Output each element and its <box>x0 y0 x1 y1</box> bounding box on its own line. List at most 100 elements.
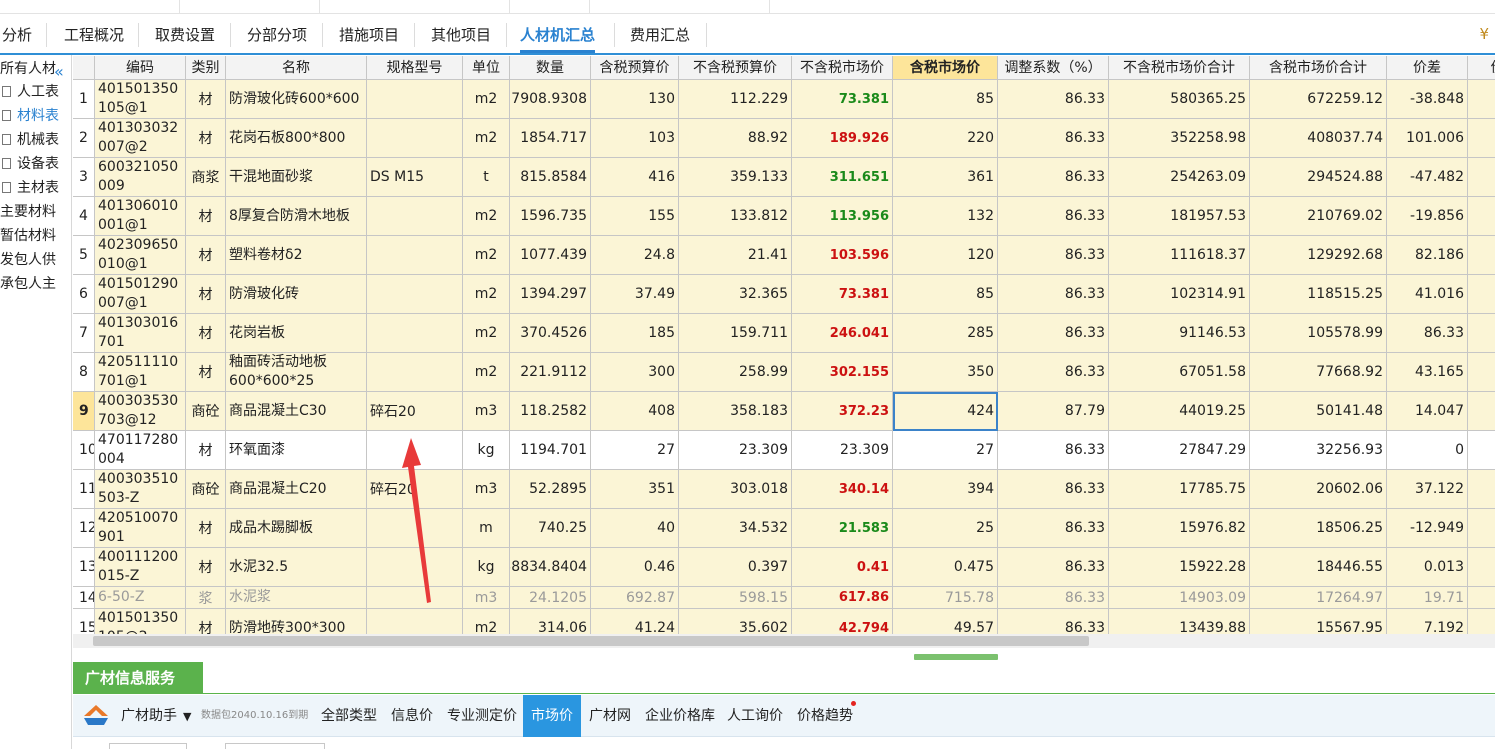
material-code[interactable]: 401501350105@2 <box>95 609 186 634</box>
material-code[interactable]: 400303510503-Z <box>95 470 186 509</box>
row-number[interactable]: 14 <box>73 587 95 609</box>
notax-budget-price[interactable]: 32.365 <box>679 275 792 314</box>
extra-column-cell[interactable] <box>1468 609 1495 634</box>
row-number[interactable]: 9 <box>73 392 95 431</box>
category-cell[interactable]: 材 <box>186 119 226 158</box>
spec-model[interactable] <box>367 197 463 236</box>
tree-item-provisional-materials[interactable]: 暂估材料 <box>0 224 56 248</box>
notax-market-price[interactable]: 42.794 <box>792 609 893 634</box>
unit-cell[interactable]: m2 <box>463 353 510 392</box>
category-cell[interactable]: 材 <box>186 353 226 392</box>
quantity-cell[interactable]: 815.8584 <box>510 158 591 197</box>
table-row[interactable]: 13400111200015-Z 材水泥32.5 kg 38834.8404 0.46 0… <box>73 548 1495 587</box>
extra-column-cell[interactable]: -3 <box>1468 158 1495 197</box>
material-name[interactable]: 花岗岩板 <box>226 314 367 353</box>
unit-cell[interactable]: m3 <box>463 392 510 431</box>
filter-box[interactable] <box>225 743 325 749</box>
tax-budget-price[interactable]: 24.8 <box>591 236 679 275</box>
tax-budget-price[interactable]: 41.24 <box>591 609 679 634</box>
unit-cell[interactable]: m2 <box>463 275 510 314</box>
column-header-price-difference[interactable]: 价差 <box>1387 56 1468 80</box>
tax-market-price[interactable]: 424 <box>893 392 998 431</box>
notax-budget-price[interactable]: 133.812 <box>679 197 792 236</box>
extra-column-cell[interactable]: -30 <box>1468 80 1495 119</box>
coin-icon[interactable]: ¥ <box>1479 25 1489 43</box>
notax-budget-price[interactable]: 112.229 <box>679 80 792 119</box>
material-name[interactable]: 防滑玻化砖 <box>226 275 367 314</box>
unit-cell[interactable]: t <box>463 158 510 197</box>
spec-model[interactable] <box>367 80 463 119</box>
adjust-coefficient[interactable]: 86.33 <box>998 431 1109 470</box>
material-name[interactable]: 塑料卷材δ2 <box>226 236 367 275</box>
table-row[interactable]: 9 400303530703@12 商砼 商品混凝土C30 碎石20 m3 118.2582… <box>73 392 1495 431</box>
spec-model[interactable] <box>367 353 463 392</box>
notax-budget-price[interactable]: 303.018 <box>679 470 792 509</box>
material-code[interactable]: 401501350105@1 <box>95 80 186 119</box>
tree-item-machinery[interactable]: 机械表 <box>2 128 59 152</box>
material-name[interactable]: 水泥32.5 <box>226 548 367 587</box>
notax-budget-price[interactable]: 258.99 <box>679 353 792 392</box>
notax-market-price[interactable]: 246.041 <box>792 314 893 353</box>
table-row[interactable]: 7 401303016701 材花岗岩板 m2 370.4526 185 159.711 24… <box>73 314 1495 353</box>
quantity-cell[interactable]: 314.06 <box>510 609 591 634</box>
extra-column-cell[interactable] <box>1468 392 1495 431</box>
adjust-coefficient[interactable]: 86.33 <box>998 80 1109 119</box>
price-tab-enterprise[interactable]: 企业价格库 <box>637 695 723 737</box>
notax-budget-price[interactable]: 359.133 <box>679 158 792 197</box>
category-cell[interactable]: 材 <box>186 197 226 236</box>
notax-market-total[interactable]: 111618.37 <box>1109 236 1250 275</box>
unit-cell[interactable]: m2 <box>463 314 510 353</box>
extra-column-cell[interactable]: 18 <box>1468 119 1495 158</box>
row-number[interactable]: 11 <box>73 470 95 509</box>
material-name[interactable]: 花岗石板800*800 <box>226 119 367 158</box>
notax-market-price[interactable]: 311.651 <box>792 158 893 197</box>
adjust-coefficient[interactable]: 87.79 <box>998 392 1109 431</box>
spec-model[interactable]: 碎石20 <box>367 392 463 431</box>
extra-column-cell[interactable]: 5 <box>1468 275 1495 314</box>
price-difference[interactable]: 14.047 <box>1387 392 1468 431</box>
tax-market-total[interactable]: 18446.55 <box>1250 548 1387 587</box>
price-difference[interactable]: 86.33 <box>1387 314 1468 353</box>
tax-budget-price[interactable]: 27 <box>591 431 679 470</box>
notax-market-price[interactable]: 340.14 <box>792 470 893 509</box>
row-number[interactable]: 13 <box>73 548 95 587</box>
tab-fee-summary[interactable]: 费用汇总 <box>630 15 690 53</box>
notax-market-price[interactable]: 23.309 <box>792 431 893 470</box>
extra-column-cell[interactable] <box>1468 470 1495 509</box>
category-cell[interactable]: 材 <box>186 275 226 314</box>
spec-model[interactable] <box>367 236 463 275</box>
row-number[interactable]: 12 <box>73 509 95 548</box>
column-header-category-cell[interactable]: 类别 <box>186 56 226 80</box>
notax-market-total[interactable]: 27847.29 <box>1109 431 1250 470</box>
tax-market-total[interactable]: 32256.93 <box>1250 431 1387 470</box>
extra-column-cell[interactable] <box>1468 548 1495 587</box>
quantity-cell[interactable]: 38834.8404 <box>510 548 591 587</box>
tree-item-materials[interactable]: 材料表 <box>2 104 59 128</box>
corner-header[interactable] <box>73 56 95 80</box>
panel-title[interactable]: 广材信息服务 <box>73 662 203 694</box>
tax-market-total[interactable]: 105578.99 <box>1250 314 1387 353</box>
notax-market-price[interactable]: 103.596 <box>792 236 893 275</box>
price-difference[interactable]: 37.122 <box>1387 470 1468 509</box>
tax-market-total[interactable]: 672259.12 <box>1250 80 1387 119</box>
category-cell[interactable]: 商浆 <box>186 158 226 197</box>
notax-market-total[interactable]: 580365.25 <box>1109 80 1250 119</box>
price-difference[interactable]: 43.165 <box>1387 353 1468 392</box>
adjust-coefficient[interactable]: 86.33 <box>998 609 1109 634</box>
category-cell[interactable]: 材 <box>186 509 226 548</box>
notax-market-total[interactable]: 14903.09 <box>1109 587 1250 609</box>
tax-market-price[interactable]: 715.78 <box>893 587 998 609</box>
unit-cell[interactable]: m2 <box>463 236 510 275</box>
spec-model[interactable]: DS M15 <box>367 158 463 197</box>
material-name[interactable]: 环氧面漆 <box>226 431 367 470</box>
notax-market-total[interactable]: 352258.98 <box>1109 119 1250 158</box>
column-header-notax-market-price[interactable]: 不含税市场价 <box>792 56 893 80</box>
tax-budget-price[interactable]: 185 <box>591 314 679 353</box>
material-code[interactable]: 470117280004 <box>95 431 186 470</box>
notax-market-total[interactable]: 181957.53 <box>1109 197 1250 236</box>
tree-item-contractor-supplied[interactable]: 承包人主 <box>0 272 56 296</box>
material-code[interactable]: 400303530703@12 <box>95 392 186 431</box>
material-code[interactable]: 400111200015-Z <box>95 548 186 587</box>
row-number[interactable]: 8 <box>73 353 95 392</box>
row-number[interactable]: 6 <box>73 275 95 314</box>
